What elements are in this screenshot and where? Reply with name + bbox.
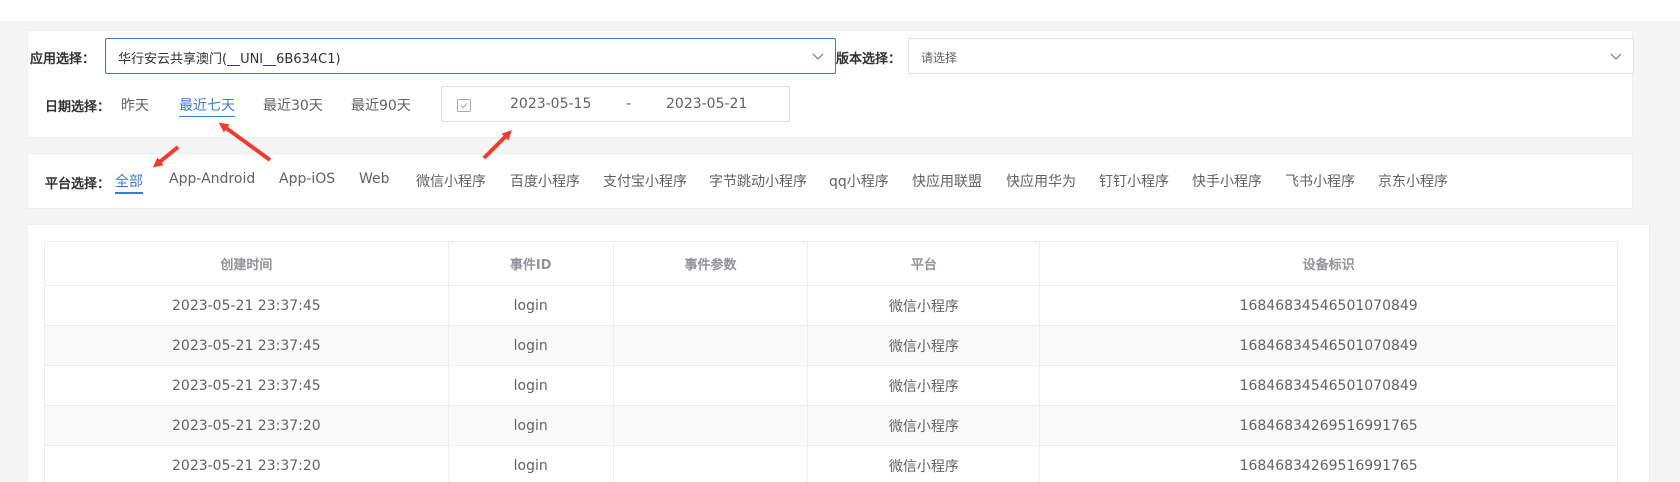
platform-tab-feishu-mini[interactable]: 飞书小程序 xyxy=(1285,171,1355,191)
app-version-row: 应用选择： 华行安云共享澳门(__UNI__6B634C1) 版本选择： 请选择 xyxy=(28,38,1634,74)
table-row[interactable]: 2023-05-21 23:37:20 login 微信小程序 16846834… xyxy=(44,405,1618,446)
cell-platform: 微信小程序 xyxy=(807,405,1041,446)
platform-row: 平台选择： 全部 App-Android App-iOS Web 微信小程序 百… xyxy=(28,154,1634,210)
table-row[interactable]: 2023-05-21 23:37:45 login 微信小程序 16846834… xyxy=(44,365,1618,406)
date-range-start[interactable]: 2023-05-15 xyxy=(510,96,591,112)
cell-created-time: 2023-05-21 23:37:20 xyxy=(44,445,449,482)
platform-tab-dingtalk-mini[interactable]: 钉钉小程序 xyxy=(1099,171,1169,191)
column-header-created-time[interactable]: 创建时间 xyxy=(44,241,449,286)
chevron-down-icon xyxy=(1610,53,1622,60)
column-header-event-params[interactable]: 事件参数 xyxy=(612,241,809,286)
cell-platform: 微信小程序 xyxy=(807,365,1041,406)
cell-event-params xyxy=(612,445,809,482)
platform-tab-web[interactable]: Web xyxy=(359,171,390,187)
cell-device-id: 16846834546501070849 xyxy=(1039,325,1618,366)
cell-platform: 微信小程序 xyxy=(807,285,1041,326)
platform-tab-alipay-mini[interactable]: 支付宝小程序 xyxy=(603,171,687,191)
version-select[interactable]: 请选择 xyxy=(908,38,1634,74)
cell-device-id: 16846834546501070849 xyxy=(1039,285,1618,326)
version-select-placeholder: 请选择 xyxy=(921,51,958,65)
version-select-label: 版本选择： xyxy=(836,52,902,67)
date-label: 日期选择： xyxy=(45,100,111,115)
platform-tab-quickapp-alliance[interactable]: 快应用联盟 xyxy=(912,171,982,191)
app-select-value: 华行安云共享澳门(__UNI__6B634C1) xyxy=(118,52,341,67)
cell-device-id: 16846834269516991765 xyxy=(1039,445,1618,482)
platform-tab-bytedance-mini[interactable]: 字节跳动小程序 xyxy=(709,171,807,191)
cell-event-id: login xyxy=(447,365,614,406)
filters-card: 应用选择： 华行安云共享澳门(__UNI__6B634C1) 版本选择： 请选择… xyxy=(27,30,1634,138)
platform-tab-wechat-mini[interactable]: 微信小程序 xyxy=(416,171,486,191)
platform-tab-jd-mini[interactable]: 京东小程序 xyxy=(1378,171,1448,191)
date-range-end[interactable]: 2023-05-21 xyxy=(666,96,747,112)
cell-event-params xyxy=(612,325,809,366)
events-table: 创建时间 事件ID 事件参数 平台 设备标识 2023-05-21 23:37:… xyxy=(44,241,1618,482)
top-strip xyxy=(0,0,1680,22)
column-header-event-id[interactable]: 事件ID xyxy=(447,241,614,286)
date-option-last-7-days[interactable]: 最近七天 xyxy=(179,95,235,117)
platform-tab-app-android[interactable]: App-Android xyxy=(169,171,255,187)
date-option-last-30-days[interactable]: 最近30天 xyxy=(263,95,323,115)
events-table-card: 创建时间 事件ID 事件参数 平台 设备标识 2023-05-21 23:37:… xyxy=(27,224,1650,482)
cell-created-time: 2023-05-21 23:37:20 xyxy=(44,405,449,446)
platform-tab-kuaishou-mini[interactable]: 快手小程序 xyxy=(1192,171,1262,191)
chevron-down-icon xyxy=(812,53,824,60)
date-row: 日期选择： 昨天 最近七天 最近30天 最近90天 2023-05-15 - 2… xyxy=(28,86,1634,122)
cell-device-id: 16846834269516991765 xyxy=(1039,405,1618,446)
cell-platform: 微信小程序 xyxy=(807,325,1041,366)
cell-event-id: login xyxy=(447,285,614,326)
platform-label: 平台选择： xyxy=(45,177,111,192)
cell-event-id: login xyxy=(447,325,614,366)
platform-tab-all[interactable]: 全部 xyxy=(115,171,143,194)
platform-tab-app-ios[interactable]: App-iOS xyxy=(279,171,335,187)
calendar-icon xyxy=(456,98,472,113)
app-select-label: 应用选择： xyxy=(30,52,96,67)
platform-card: 平台选择： 全部 App-Android App-iOS Web 微信小程序 百… xyxy=(27,153,1633,209)
cell-event-id: login xyxy=(447,405,614,446)
table-row[interactable]: 2023-05-21 23:37:45 login 微信小程序 16846834… xyxy=(44,325,1618,366)
platform-tab-quickapp-huawei[interactable]: 快应用华为 xyxy=(1006,171,1076,191)
app-select[interactable]: 华行安云共享澳门(__UNI__6B634C1) xyxy=(105,38,836,74)
cell-platform: 微信小程序 xyxy=(807,445,1041,482)
cell-event-id: login xyxy=(447,445,614,482)
platform-tab-qq-mini[interactable]: qq小程序 xyxy=(829,171,889,191)
column-header-device-id[interactable]: 设备标识 xyxy=(1039,241,1618,286)
table-header-row: 创建时间 事件ID 事件参数 平台 设备标识 xyxy=(44,241,1618,286)
date-option-yesterday[interactable]: 昨天 xyxy=(121,95,149,115)
cell-event-params xyxy=(612,365,809,406)
date-option-last-90-days[interactable]: 最近90天 xyxy=(351,95,411,115)
date-range-separator: - xyxy=(626,96,632,112)
column-header-platform[interactable]: 平台 xyxy=(807,241,1041,286)
table-row[interactable]: 2023-05-21 23:37:20 login 微信小程序 16846834… xyxy=(44,445,1618,482)
cell-created-time: 2023-05-21 23:37:45 xyxy=(44,285,449,326)
cell-created-time: 2023-05-21 23:37:45 xyxy=(44,325,449,366)
date-range-picker[interactable]: 2023-05-15 - 2023-05-21 xyxy=(441,86,790,122)
table-row[interactable]: 2023-05-21 23:37:45 login 微信小程序 16846834… xyxy=(44,285,1618,326)
cell-device-id: 16846834546501070849 xyxy=(1039,365,1618,406)
platform-tab-baidu-mini[interactable]: 百度小程序 xyxy=(510,171,580,191)
cell-event-params xyxy=(612,285,809,326)
cell-event-params xyxy=(612,405,809,446)
cell-created-time: 2023-05-21 23:37:45 xyxy=(44,365,449,406)
